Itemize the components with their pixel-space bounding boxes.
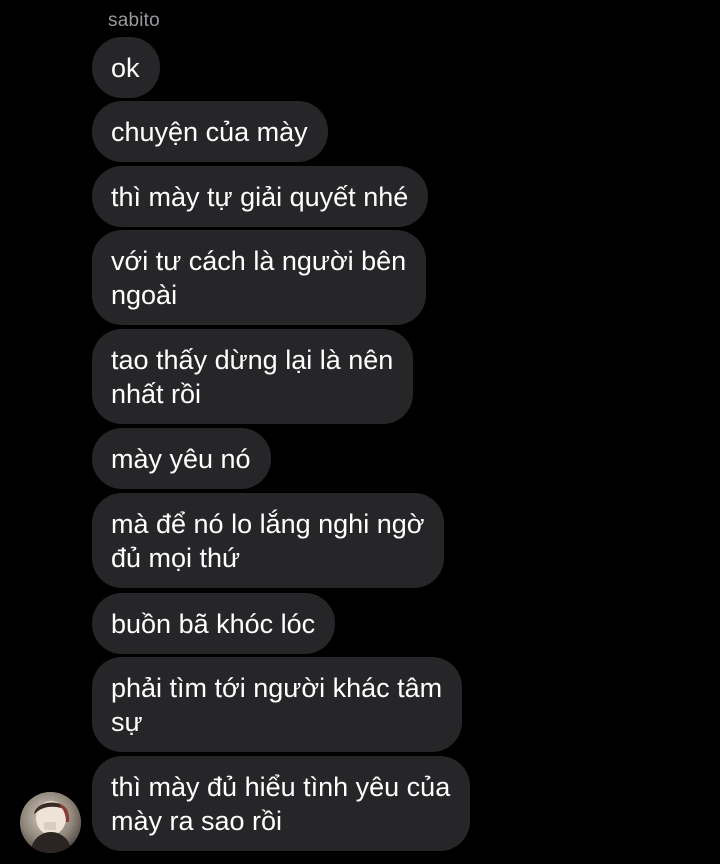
- message-bubble[interactable]: mà để nó lo lắng nghi ngờ đủ mọi thứ: [92, 493, 445, 588]
- message-bubble[interactable]: ok: [92, 37, 160, 98]
- message-text: phải tìm tới người khác tâm sự: [111, 671, 442, 739]
- message-line: mày ra sao rồi: [111, 805, 283, 836]
- message-text: tao thấy dừng lại là nên nhất rồi: [111, 343, 393, 411]
- message-text: thì mày đủ hiểu tình yêu của mày ra sao …: [111, 770, 450, 838]
- message-line: đủ mọi thứ: [111, 542, 241, 573]
- message-bubble[interactable]: thì mày tự giải quyết nhé: [92, 166, 429, 227]
- message-text: chuyện của mày: [111, 116, 308, 147]
- message-bubble[interactable]: phải tìm tới người khác tâm sự: [92, 657, 463, 752]
- message-line: ngoài: [111, 279, 178, 310]
- message-line: với tư cách là người bên: [111, 245, 407, 276]
- message-line: sự: [111, 706, 143, 737]
- message-bubble[interactable]: thì mày đủ hiểu tình yêu của mày ra sao …: [92, 756, 471, 851]
- sender-name: sabito: [108, 10, 160, 31]
- message-text: ok: [111, 52, 140, 83]
- message-bubble[interactable]: tao thấy dừng lại là nên nhất rồi: [92, 329, 414, 424]
- message-bubble[interactable]: buồn bã khóc lóc: [92, 593, 336, 654]
- message-text: mày yêu nó: [111, 443, 251, 474]
- message-text: thì mày tự giải quyết nhé: [111, 181, 409, 212]
- message-line: thì mày đủ hiểu tình yêu của: [111, 771, 451, 802]
- user-avatar-photo-icon: [20, 792, 81, 853]
- message-line: tao thấy dừng lại là nên: [111, 344, 394, 375]
- message-bubble[interactable]: với tư cách là người bên ngoài: [92, 230, 427, 325]
- message-line: phải tìm tới người khác tâm: [111, 672, 443, 703]
- message-bubble[interactable]: mày yêu nó: [92, 428, 271, 489]
- message-text: mà để nó lo lắng nghi ngờ đủ mọi thứ: [111, 507, 424, 575]
- message-text: buồn bã khóc lóc: [111, 608, 316, 639]
- message-text: với tư cách là người bên ngoài: [111, 244, 406, 312]
- sender-avatar[interactable]: [20, 792, 81, 853]
- message-bubble[interactable]: chuyện của mày: [92, 101, 328, 162]
- message-line: nhất rồi: [111, 378, 202, 409]
- message-line: mà để nó lo lắng nghi ngờ: [111, 508, 425, 539]
